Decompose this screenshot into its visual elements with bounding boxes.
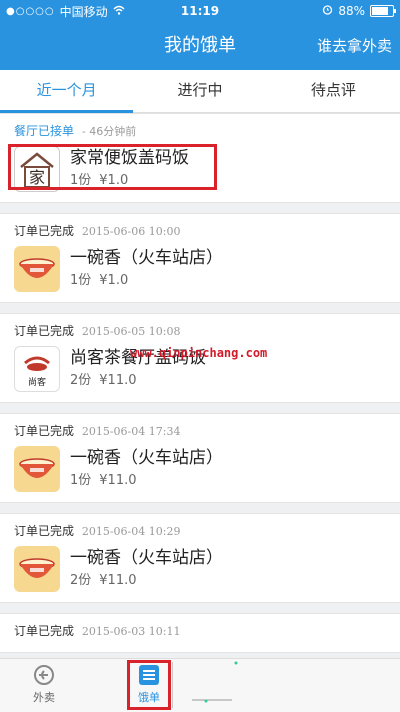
signal-icon: ●○○○○ (6, 5, 55, 17)
order-price: ¥1.0 (99, 273, 129, 288)
order-price: ¥11.0 (99, 473, 137, 488)
order-quantity: 2份 (70, 573, 92, 588)
carrier-label: 中国移动 (59, 4, 108, 19)
watermark: www.qinpinchang.com (130, 346, 268, 360)
order-status: 订单已完成 (14, 324, 75, 338)
shop-name: 一碗香（火车站店） (70, 548, 223, 568)
order-card[interactable]: 订单已完成 2015-06-03 10:11 (0, 613, 400, 653)
battery-percent: 88% (338, 4, 365, 18)
screenshot-artifact (172, 661, 238, 708)
alarm-icon (322, 4, 333, 18)
shop-name: 一碗香（火车站店） (70, 448, 223, 468)
order-time: 2015-06-05 10:08 (81, 325, 181, 338)
tab-takeout[interactable]: 外卖 (14, 663, 74, 705)
svg-text:尚客: 尚客 (28, 376, 46, 388)
order-price: ¥11.0 (99, 573, 137, 588)
tab-to-review[interactable]: 待点评 (267, 70, 400, 112)
order-time: 2015-06-03 10:11 (81, 625, 181, 638)
wifi-icon (113, 4, 125, 18)
order-status: 餐厅已接单 (14, 124, 75, 138)
tab-orders-label: 饿单 (138, 691, 160, 704)
order-status: 订单已完成 (14, 524, 75, 538)
order-card[interactable]: 订单已完成 2015-06-04 17:34 一碗香（火车站店） 1份 ¥11.0 (0, 413, 400, 503)
who-pick-up-button[interactable]: 谁去拿外卖 (317, 22, 392, 70)
order-status: 订单已完成 (14, 424, 75, 438)
status-bar: ●○○○○ 中国移动 11:19 88% (0, 0, 400, 22)
orders-list-icon (139, 665, 159, 685)
shop-name: 一碗香（火车站店） (70, 248, 223, 268)
nav-bar: 我的饿单 谁去拿外卖 (0, 22, 400, 70)
order-status: 订单已完成 (14, 624, 75, 638)
tab-in-progress[interactable]: 进行中 (133, 70, 266, 112)
bowl-logo (14, 246, 60, 292)
tab-orders[interactable]: 饿单 (119, 663, 179, 705)
filter-tabs: 近一个月 进行中 待点评 (0, 70, 400, 113)
home-logo: 家 (14, 146, 60, 192)
order-time: 2015-06-04 17:34 (81, 425, 181, 438)
battery-fill (372, 7, 388, 15)
order-status: 订单已完成 (14, 224, 75, 238)
svg-text:家: 家 (29, 168, 45, 187)
order-time: 2015-06-06 10:00 (81, 225, 181, 238)
order-price: ¥11.0 (99, 373, 137, 388)
takeout-icon (34, 665, 54, 685)
order-list: 餐厅已接单 - 46分钟前 家 家常便饭盖码饭 1份 ¥1.0 订单已完成 201… (0, 113, 400, 658)
order-quantity: 2份 (70, 373, 92, 388)
order-card[interactable]: 餐厅已接单 - 46分钟前 家 家常便饭盖码饭 1份 ¥1.0 (0, 113, 400, 203)
order-price: ¥1.0 (99, 173, 129, 188)
order-time: - 46分钟前 (81, 125, 137, 138)
order-quantity: 1份 (70, 473, 92, 488)
shop-name: 家常便饭盖码饭 (70, 148, 189, 168)
bowl-logo (14, 546, 60, 592)
tab-last-month[interactable]: 近一个月 (0, 70, 134, 113)
teahouse-logo: 尚客 (14, 346, 60, 392)
bowl-logo (14, 446, 60, 492)
order-card[interactable]: 订单已完成 2015-06-04 10:29 一碗香（火车站店） 2份 ¥11.0 (0, 513, 400, 603)
order-quantity: 1份 (70, 173, 92, 188)
order-quantity: 1份 (70, 273, 92, 288)
tab-takeout-label: 外卖 (33, 691, 55, 704)
order-time: 2015-06-04 10:29 (81, 525, 181, 538)
battery-icon (370, 5, 396, 17)
order-card[interactable]: 订单已完成 2015-06-06 10:00 一碗香（火车站店） 1份 ¥1.0 (0, 213, 400, 303)
